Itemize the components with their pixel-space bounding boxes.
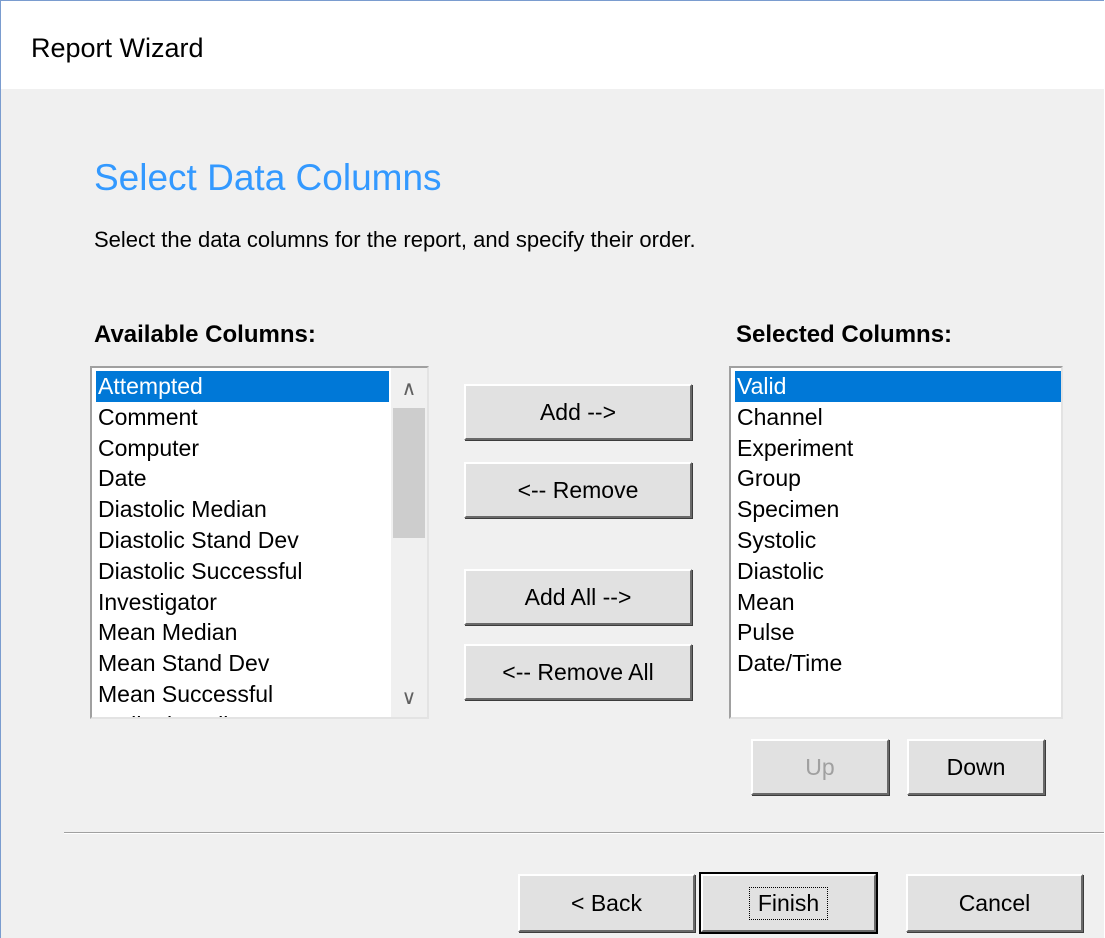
selected-column-item[interactable]: Group (735, 463, 1061, 494)
window-title: Report Wizard (31, 33, 204, 63)
available-column-item[interactable]: Diastolic Stand Dev (96, 525, 389, 556)
available-column-item[interactable]: Attempted (96, 371, 389, 402)
remove-all-button-label: <-- Remove All (502, 658, 654, 685)
available-column-item[interactable]: Diastolic Successful (96, 556, 389, 587)
add-all-button-label: Add All --> (524, 583, 632, 610)
page-instruction: Select the data columns for the report, … (94, 227, 696, 252)
selected-column-item[interactable]: Valid (735, 371, 1061, 402)
page-heading: Select Data Columns (94, 157, 442, 198)
report-wizard-window: Report Wizard Select Data Columns Select… (0, 0, 1104, 938)
remove-button-label: <-- Remove (517, 476, 639, 503)
cancel-button-label: Cancel (958, 889, 1031, 916)
chevron-up-icon[interactable]: ∧ (391, 370, 427, 406)
available-column-item[interactable]: Diastolic Median (96, 494, 389, 525)
finish-button[interactable]: Finish (699, 872, 878, 934)
available-columns-list[interactable]: Attempted Comment Computer Date Diastolic Me… (90, 366, 429, 719)
selected-column-item[interactable]: Channel (735, 402, 1061, 433)
selected-column-item[interactable]: Date/Time (735, 648, 1061, 679)
selected-column-item[interactable]: Diastolic (735, 556, 1061, 587)
cancel-button[interactable]: Cancel (906, 874, 1083, 932)
available-columns-items: Attempted Comment Computer Date Diastolic Me… (96, 371, 389, 717)
available-column-item[interactable]: Ordinal Median (96, 710, 389, 717)
footer-separator (64, 832, 1104, 834)
selected-column-item[interactable]: Specimen (735, 494, 1061, 525)
add-all-button[interactable]: Add All --> (464, 569, 692, 625)
selected-column-item[interactable]: Mean (735, 587, 1061, 618)
up-button[interactable]: Up (751, 739, 889, 795)
down-button[interactable]: Down (907, 739, 1045, 795)
add-button-label: Add --> (539, 398, 617, 425)
scrollbar-thumb[interactable] (393, 408, 425, 538)
selected-columns-list[interactable]: Valid Channel Experiment Group Specimen Systo… (729, 366, 1063, 719)
selected-column-item[interactable]: Pulse (735, 617, 1061, 648)
available-column-item[interactable]: Mean Median (96, 617, 389, 648)
title-bar: Report Wizard (1, 1, 1104, 89)
selected-columns-label: Selected Columns: (736, 321, 953, 348)
available-column-item[interactable]: Computer (96, 433, 389, 464)
back-button-label: < Back (571, 889, 642, 916)
up-button-label: Up (805, 753, 835, 780)
down-button-label: Down (946, 753, 1006, 780)
available-column-item[interactable]: Date (96, 463, 389, 494)
available-column-item[interactable]: Investigator (96, 587, 389, 618)
add-button[interactable]: Add --> (464, 384, 692, 440)
remove-button[interactable]: <-- Remove (464, 462, 692, 518)
back-button[interactable]: < Back (518, 874, 695, 932)
available-column-item[interactable]: Mean Stand Dev (96, 648, 389, 679)
finish-button-label: Finish (748, 886, 829, 920)
available-columns-label: Available Columns: (94, 321, 316, 348)
selected-column-item[interactable]: Experiment (735, 433, 1061, 464)
available-column-item[interactable]: Comment (96, 402, 389, 433)
available-column-item[interactable]: Mean Successful (96, 679, 389, 710)
available-columns-scrollbar[interactable]: ∧ ∨ (391, 368, 427, 717)
remove-all-button[interactable]: <-- Remove All (464, 644, 692, 700)
selected-columns-items: Valid Channel Experiment Group Specimen Systo… (735, 371, 1061, 679)
chevron-down-icon[interactable]: ∨ (391, 679, 427, 715)
selected-column-item[interactable]: Systolic (735, 525, 1061, 556)
